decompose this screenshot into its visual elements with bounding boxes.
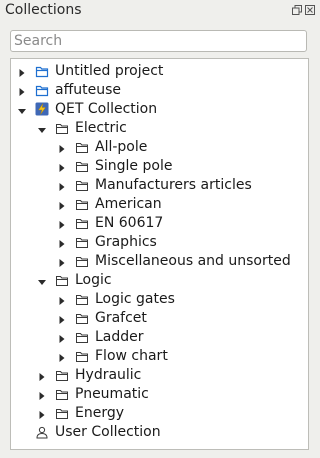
- folder-icon: [55, 369, 69, 382]
- folder-icon: [75, 350, 89, 363]
- tree-item-pneumatic[interactable]: Pneumatic: [11, 385, 308, 404]
- tree-item-manufacturers-articles[interactable]: Manufacturers articles: [11, 176, 308, 195]
- collapse-arrow-icon[interactable]: [37, 370, 47, 381]
- folder-icon: [55, 274, 69, 287]
- project-icon: [35, 65, 49, 78]
- tree-item-label: EN 60617: [95, 215, 164, 231]
- folder-icon: [55, 122, 69, 135]
- tree-item-label: affuteuse: [55, 82, 121, 98]
- expand-arrow-icon[interactable]: [37, 275, 47, 285]
- tree-item-label: Ladder: [95, 329, 144, 345]
- collapse-arrow-icon[interactable]: [57, 142, 67, 153]
- collapse-arrow-icon[interactable]: [57, 332, 67, 343]
- tree-item-untitled-project[interactable]: Untitled project: [11, 62, 308, 81]
- folder-icon: [55, 407, 69, 420]
- folder-icon: [75, 236, 89, 249]
- collapse-arrow-icon[interactable]: [57, 313, 67, 324]
- collapse-arrow-icon[interactable]: [57, 294, 67, 305]
- tree-item-logic-gates[interactable]: Logic gates: [11, 290, 308, 309]
- tree-item-graphics[interactable]: Graphics: [11, 233, 308, 252]
- qet-icon: [35, 102, 49, 116]
- collections-tree[interactable]: Untitled project affuteuse QET Collection E…: [10, 58, 309, 450]
- tree-item-label: Logic: [75, 272, 112, 288]
- collapse-arrow-icon[interactable]: [57, 256, 67, 267]
- tree-item-grafcet[interactable]: Grafcet: [11, 309, 308, 328]
- tree-item-label: Miscellaneous and unsorted: [95, 253, 291, 269]
- folder-icon: [75, 217, 89, 230]
- collapse-arrow-icon[interactable]: [37, 389, 47, 400]
- folder-icon: [75, 312, 89, 325]
- tree-item-affuteuse[interactable]: affuteuse: [11, 81, 308, 100]
- panel-title: Collections: [5, 2, 82, 18]
- collapse-arrow-icon[interactable]: [57, 199, 67, 210]
- tree-item-label: American: [95, 196, 162, 212]
- tree-item-label: All-pole: [95, 139, 148, 155]
- tree-item-label: Untitled project: [55, 63, 164, 79]
- tree-item-american[interactable]: American: [11, 195, 308, 214]
- tree-item-label: Single pole: [95, 158, 173, 174]
- collapse-arrow-icon[interactable]: [17, 66, 27, 77]
- folder-icon: [55, 388, 69, 401]
- collapse-arrow-icon[interactable]: [37, 408, 47, 419]
- collapse-arrow-icon[interactable]: [57, 237, 67, 248]
- tree-item-user-collection[interactable]: User Collection: [11, 423, 308, 442]
- folder-icon: [75, 160, 89, 173]
- tree-item-qet-collection[interactable]: QET Collection: [11, 100, 308, 119]
- tree-item-label: Flow chart: [95, 348, 168, 364]
- folder-icon: [75, 255, 89, 268]
- close-icon[interactable]: [305, 5, 315, 15]
- tree-item-label: Grafcet: [95, 310, 147, 326]
- folder-icon: [75, 198, 89, 211]
- tree-item-all-pole[interactable]: All-pole: [11, 138, 308, 157]
- tree-item-label: Manufacturers articles: [95, 177, 252, 193]
- collapse-arrow-icon[interactable]: [57, 161, 67, 172]
- tree-item-label: Logic gates: [95, 291, 175, 307]
- tree-item-energy[interactable]: Energy: [11, 404, 308, 423]
- expand-arrow-icon[interactable]: [17, 104, 27, 114]
- tree-item-single-pole[interactable]: Single pole: [11, 157, 308, 176]
- folder-icon: [75, 141, 89, 154]
- tree-item-label: Electric: [75, 120, 127, 136]
- folder-icon: [75, 293, 89, 306]
- search-field[interactable]: [10, 30, 307, 52]
- expand-arrow-icon[interactable]: [37, 123, 47, 133]
- folder-icon: [75, 331, 89, 344]
- tree-item-electric[interactable]: Electric: [11, 119, 308, 138]
- panel-titlebar: Collections: [0, 0, 319, 22]
- tree-item-label: Graphics: [95, 234, 157, 250]
- tree-item-label: Hydraulic: [75, 367, 142, 383]
- tree-item-miscellaneous-and-unsorted[interactable]: Miscellaneous and unsorted: [11, 252, 308, 271]
- collapse-arrow-icon[interactable]: [57, 180, 67, 191]
- tree-item-logic[interactable]: Logic: [11, 271, 308, 290]
- tree-item-label: Energy: [75, 405, 125, 421]
- tree-item-ladder[interactable]: Ladder: [11, 328, 308, 347]
- collapse-arrow-icon[interactable]: [17, 85, 27, 96]
- user-icon: [35, 426, 49, 439]
- collapse-arrow-icon[interactable]: [57, 218, 67, 229]
- tree-item-label: Pneumatic: [75, 386, 149, 402]
- float-icon[interactable]: [292, 5, 302, 15]
- folder-icon: [75, 179, 89, 192]
- project-icon: [35, 84, 49, 97]
- tree-item-en-60617[interactable]: EN 60617: [11, 214, 308, 233]
- tree-item-label: User Collection: [55, 424, 161, 440]
- tree-item-flow-chart[interactable]: Flow chart: [11, 347, 308, 366]
- search-input[interactable]: [11, 31, 306, 51]
- collapse-arrow-icon[interactable]: [57, 351, 67, 362]
- tree-item-label: QET Collection: [55, 101, 158, 117]
- tree-item-hydraulic[interactable]: Hydraulic: [11, 366, 308, 385]
